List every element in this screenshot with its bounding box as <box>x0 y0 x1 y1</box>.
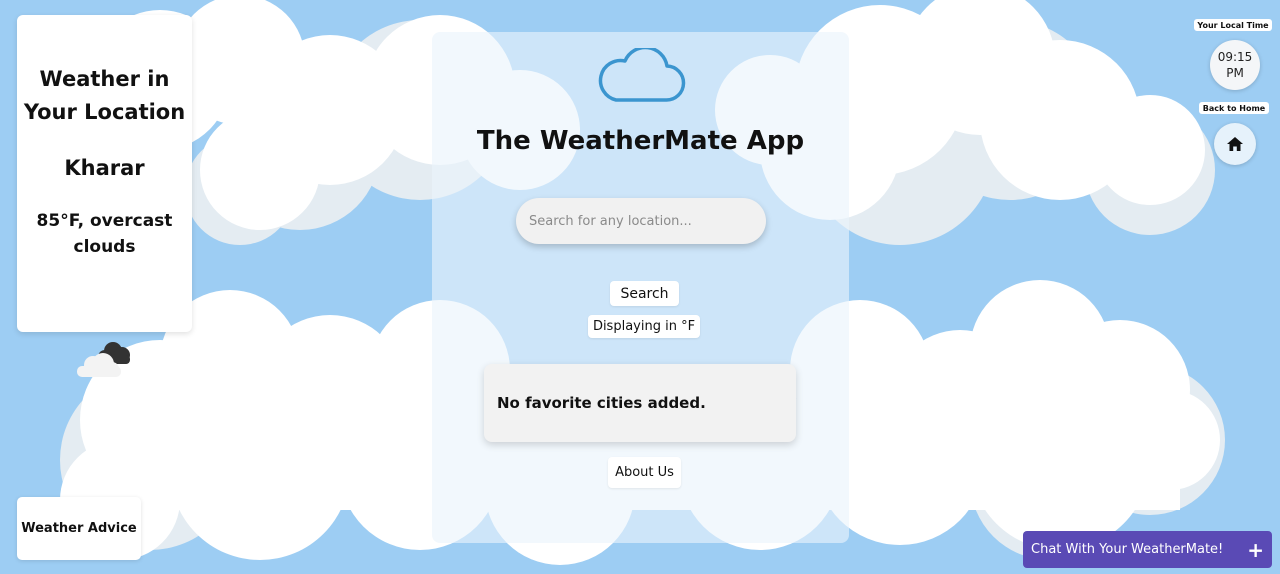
location-card-title: Weather in Your Location <box>23 67 186 124</box>
current-location-weather-card: Weather in Your Location Kharar 85°F, ov… <box>17 15 192 332</box>
chat-button-label: Chat With Your WeatherMate! <box>1031 542 1224 557</box>
weather-advice-button[interactable]: Weather Advice <box>17 497 141 560</box>
local-time-display: 09:15 PM <box>1210 40 1260 90</box>
local-time-value: 09:15 <box>1217 50 1253 64</box>
favorite-cities-list: No favorite cities added. <box>484 364 796 442</box>
location-weather-summary: 85°F, overcast clouds <box>36 211 173 257</box>
chat-with-weathermate-button[interactable]: Chat With Your WeatherMate! + <box>1023 531 1272 568</box>
home-icon <box>1227 137 1243 151</box>
local-time-period: PM <box>1226 66 1244 80</box>
temperature-unit-toggle[interactable]: Displaying in °F <box>588 315 700 338</box>
overcast-clouds-icon <box>77 342 130 377</box>
about-us-button[interactable]: About Us <box>608 457 681 488</box>
app-title: The WeatherMate App <box>476 126 805 156</box>
search-button[interactable]: Search <box>610 281 679 306</box>
local-time-label: Your Local Time <box>1194 19 1272 31</box>
search-input[interactable] <box>516 198 766 244</box>
plus-icon: + <box>1247 537 1264 562</box>
location-city: Kharar <box>64 156 145 180</box>
favorites-empty-message: No favorite cities added. <box>497 394 706 412</box>
back-to-home-button[interactable] <box>1214 123 1256 165</box>
cloud-icon <box>598 48 686 102</box>
back-to-home-label: Back to Home <box>1199 102 1269 114</box>
